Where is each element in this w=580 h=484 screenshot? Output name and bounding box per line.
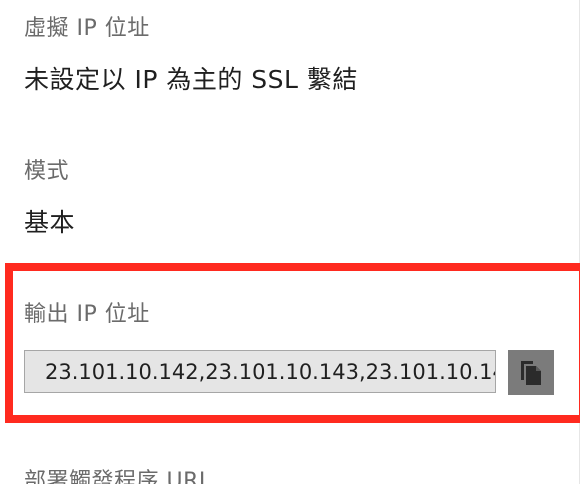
copy-icon [521,361,541,385]
properties-panel: 虛擬 IP 位址 未設定以 IP 為主的 SSL 繫結 模式 基本 輸出 IP … [0,0,580,484]
deploy-trigger-label: 部署觸發程序 URL [24,469,212,484]
highlight-box [5,263,580,423]
outbound-ip-label: 輸出 IP 位址 [24,302,150,327]
virtual-ip-label: 虛擬 IP 位址 [24,16,150,41]
mode-label: 模式 [24,159,70,184]
copy-to-clipboard-button[interactable] [508,350,554,395]
mode-value: 基本 [24,208,76,237]
outbound-ip-field[interactable] [24,350,496,393]
virtual-ip-value: 未設定以 IP 為主的 SSL 繫結 [24,65,358,94]
